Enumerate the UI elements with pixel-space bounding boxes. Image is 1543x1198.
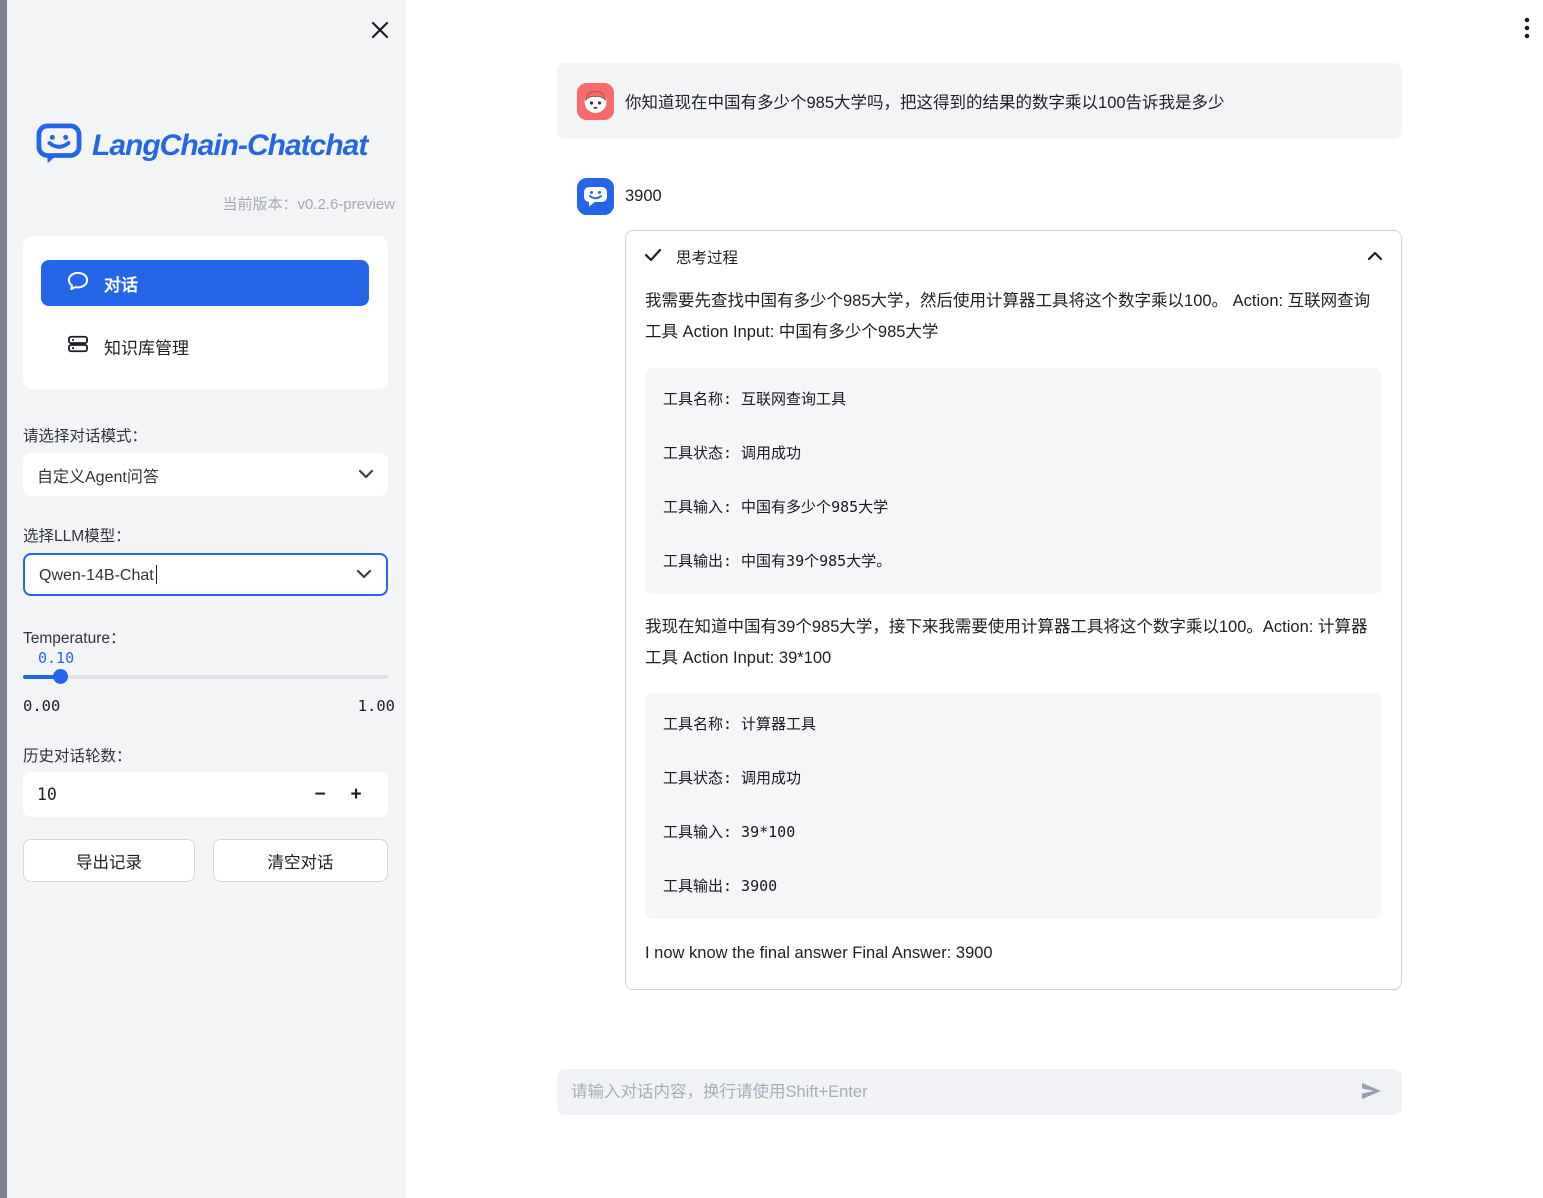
sidebar-item-knowledge-base[interactable]: 知识库管理 [41, 326, 369, 366]
sidebar-close-button[interactable] [368, 18, 392, 42]
user-message-row: 你知道现在中国有多少个985大学吗，把这得到的结果的数字乘以100告诉我是多少 [557, 63, 1402, 139]
clear-dialogue-button[interactable]: 清空对话 [213, 839, 388, 882]
dialog-mode-label: 请选择对话模式： [23, 424, 383, 446]
tool-input-line: 工具输入: 39*100 [663, 823, 1364, 841]
llm-model-select[interactable]: Qwen-14B-Chat [23, 553, 388, 596]
assistant-avatar [577, 178, 614, 215]
temperature-label: Temperature： [23, 626, 383, 648]
sidebar: LangChain-Chatchat 当前版本：v0.2.6-preview 对… [7, 0, 406, 1198]
dialog-mode-value: 自定义Agent问答 [37, 463, 358, 487]
tool-output-line: 工具输出: 3900 [663, 877, 1364, 895]
window-edge-strip [0, 0, 7, 1198]
check-icon [644, 248, 662, 267]
tool-name-line: 工具名称: 计算器工具 [663, 715, 1364, 733]
thinking-process-expander: 思考过程 我需要先查找中国有多少个985大学，然后使用计算器工具将这个数字乘以1… [625, 230, 1402, 990]
tool-name-line: 工具名称: 互联网查询工具 [663, 390, 1364, 408]
final-answer-line: I now know the final answer Final Answer… [645, 944, 1383, 963]
sidebar-item-label: 对话 [104, 271, 138, 296]
history-rounds-label: 历史对话轮数： [23, 744, 383, 766]
llm-model-label: 选择LLM模型： [23, 524, 383, 546]
sidebar-item-label: 知识库管理 [104, 334, 189, 359]
app-logo: LangChain-Chatchat [36, 122, 386, 170]
nav-card: 对话 知识库管理 [23, 236, 388, 389]
temperature-value: 0.10 [38, 649, 74, 667]
chatchat-logo-icon [36, 123, 82, 170]
temperature-slider[interactable] [23, 675, 388, 679]
close-icon [368, 29, 392, 46]
user-avatar [577, 83, 614, 120]
chevron-up-icon [1367, 248, 1383, 266]
slider-thumb[interactable] [53, 669, 68, 684]
dialog-mode-select[interactable]: 自定义Agent问答 [23, 453, 388, 496]
tool-call-block-2: 工具名称: 计算器工具 工具状态: 调用成功 工具输入: 39*100 工具输出… [645, 693, 1382, 919]
temperature-max: 1.00 [358, 697, 395, 715]
tool-output-line: 工具输出: 中国有39个985大学。 [663, 552, 1364, 570]
version-label: 当前版本：v0.2.6-preview [25, 193, 395, 214]
llm-model-value: Qwen-14B-Chat [39, 565, 356, 585]
send-button[interactable] [1354, 1075, 1388, 1109]
chat-bubble-icon [67, 271, 89, 296]
sidebar-item-dialogue[interactable]: 对话 [41, 260, 369, 306]
export-records-button[interactable]: 导出记录 [23, 839, 195, 882]
chevron-down-icon [356, 566, 372, 584]
tool-status-line: 工具状态: 调用成功 [663, 444, 1364, 462]
kebab-menu-icon [1516, 28, 1538, 45]
increment-button[interactable]: + [338, 772, 374, 817]
text-cursor [156, 565, 157, 584]
decrement-button[interactable]: − [302, 772, 338, 817]
app-logo-text: LangChain-Chatchat [92, 129, 367, 163]
chat-input[interactable] [571, 1083, 1354, 1102]
history-rounds-value: 10 [37, 785, 302, 804]
assistant-answer-text: 3900 [625, 178, 662, 215]
expander-header[interactable]: 思考过程 [626, 231, 1401, 283]
user-message-text: 你知道现在中国有多少个985大学吗，把这得到的结果的数字乘以100告诉我是多少 [625, 63, 1225, 139]
database-icon [67, 334, 89, 359]
app-root: LangChain-Chatchat 当前版本：v0.2.6-preview 对… [0, 0, 1543, 1198]
tool-status-line: 工具状态: 调用成功 [663, 769, 1364, 787]
chevron-down-icon [358, 466, 374, 484]
temperature-min: 0.00 [23, 697, 60, 715]
chat-input-container [557, 1069, 1402, 1115]
expander-title: 思考过程 [676, 246, 738, 268]
main-menu-button[interactable] [1516, 15, 1538, 41]
tool-input-line: 工具输入: 中国有多少个985大学 [663, 498, 1364, 516]
send-icon [1359, 1079, 1383, 1106]
tool-call-block-1: 工具名称: 互联网查询工具 工具状态: 调用成功 工具输入: 中国有多少个985… [645, 368, 1382, 594]
history-rounds-input[interactable]: 10 − + [23, 772, 388, 817]
thought-paragraph-2: 我现在知道中国有39个985大学，接下来我需要使用计算器工具将这个数字乘以100… [645, 612, 1383, 674]
thought-paragraph-1: 我需要先查找中国有多少个985大学，然后使用计算器工具将这个数字乘以100。 A… [645, 286, 1383, 348]
